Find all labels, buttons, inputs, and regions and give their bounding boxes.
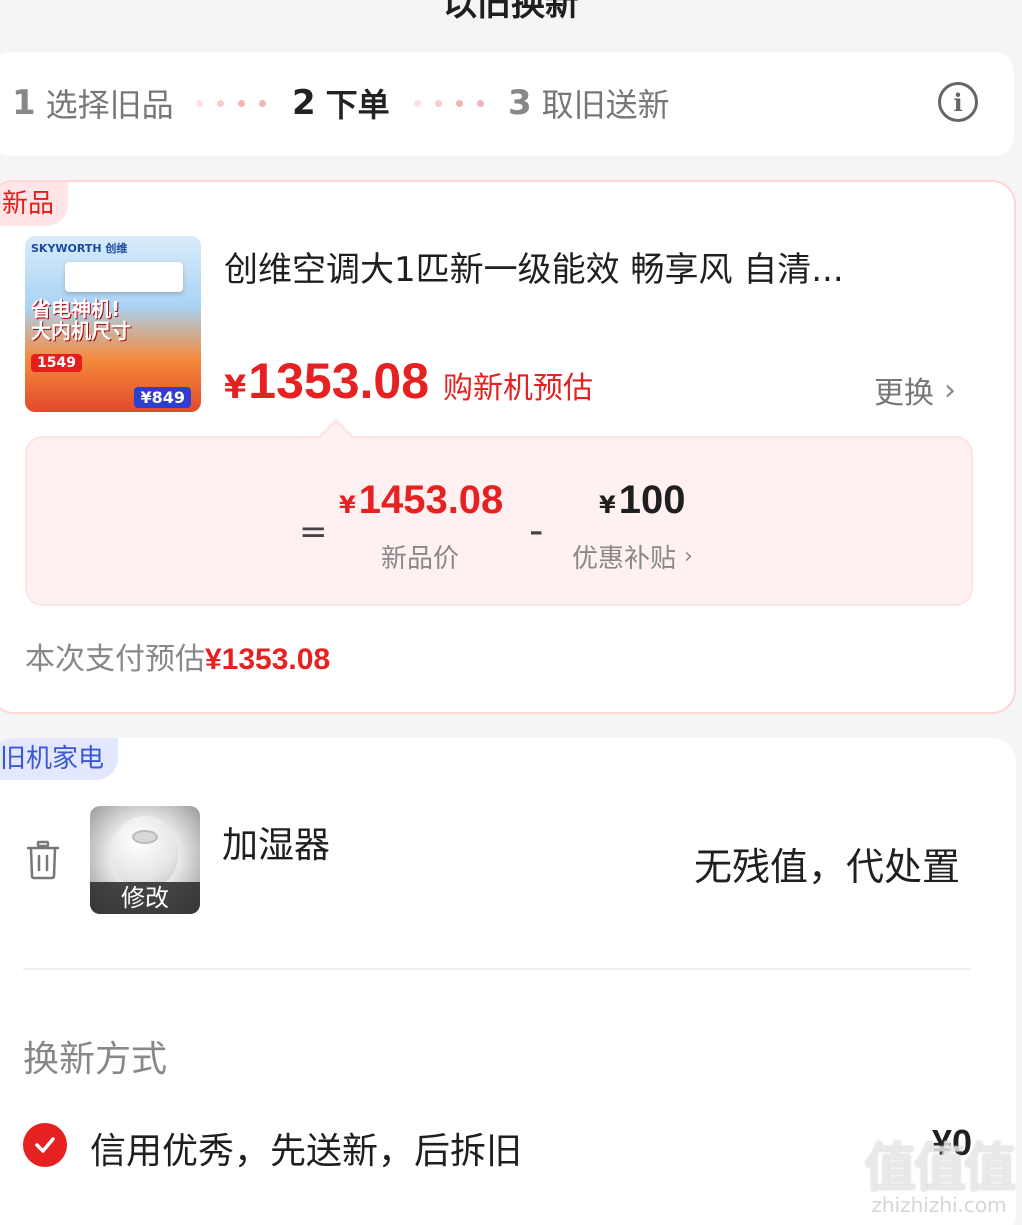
- new-product-tag: 新品: [0, 182, 69, 226]
- trash-icon[interactable]: [26, 840, 60, 880]
- chevron-right-icon: ›: [684, 544, 693, 569]
- exchange-method-title: 换新方式: [23, 1039, 168, 1080]
- payment-estimate-amount: ¥1353.08: [205, 643, 331, 676]
- step-order: 2 下单: [292, 80, 390, 126]
- new-price-label: 新品价: [381, 544, 460, 574]
- price-value: 1353.08: [248, 353, 430, 409]
- image-price-badge: ¥849: [134, 387, 191, 408]
- subsidy-value: ¥ 100: [599, 478, 686, 522]
- old-appliance-image[interactable]: 修改: [90, 806, 200, 914]
- payment-estimate: 本次支付预估¥1353.08: [25, 634, 330, 678]
- payment-estimate-label: 本次支付预估: [25, 642, 205, 677]
- change-product-button[interactable]: 更换 ›: [874, 368, 956, 412]
- step-number: 3: [508, 83, 540, 123]
- image-price-badge: 1549: [31, 354, 82, 372]
- humidifier-graphic: [112, 816, 178, 888]
- step-label: 下单: [325, 86, 390, 124]
- equals-sign: =: [299, 512, 328, 552]
- step-number: 2: [292, 83, 324, 123]
- step-label: 选择旧品: [45, 86, 174, 124]
- watermark-text: zhizhizhi.com: [871, 1193, 1007, 1217]
- minus-sign: -: [529, 508, 544, 554]
- image-slogan: 省电神机! 大内机尺寸: [31, 297, 131, 343]
- steps-progress: 1 选择旧品 2 下单 3 取旧送新 i: [0, 52, 1014, 156]
- old-appliance-name: 加湿器: [222, 825, 331, 866]
- price-calculation-box: = ¥ 1453.08 新品价 - ¥ 100 优惠补贴 ›: [25, 436, 973, 606]
- old-appliance-value: 无残值，代处置: [693, 845, 960, 889]
- currency-symbol: ¥: [339, 491, 356, 519]
- edit-old-appliance-button[interactable]: 修改: [90, 882, 200, 914]
- check-icon[interactable]: [23, 1123, 67, 1167]
- estimated-price: ¥ 1353.08 购新机预估: [224, 352, 593, 410]
- image-brand-text: SKYWORTH 创维: [31, 242, 128, 255]
- chevron-right-icon: ›: [944, 372, 956, 408]
- page-title: 以旧换新: [443, 0, 579, 24]
- watermark: 值值值 zhizhizhi.com: [863, 1126, 1016, 1217]
- subsidy-details-link[interactable]: 优惠补贴 ›: [572, 538, 693, 575]
- info-icon[interactable]: i: [938, 82, 978, 122]
- step-dots: [414, 100, 484, 107]
- exchange-method-option[interactable]: 信用优秀，先送新，后拆旧: [90, 1122, 522, 1174]
- price-note: 购新机预估: [443, 371, 594, 406]
- change-label: 更换: [874, 376, 934, 411]
- step-dots: [196, 100, 266, 107]
- step-select-old: 1 选择旧品: [12, 80, 174, 126]
- watermark-logo: 值值值: [863, 1139, 1016, 1199]
- new-price-value: ¥ 1453.08: [339, 478, 504, 522]
- currency-symbol: ¥: [224, 368, 247, 406]
- air-conditioner-graphic: [65, 262, 183, 292]
- step-pickup: 3 取旧送新: [508, 80, 670, 126]
- step-number: 1: [12, 83, 44, 123]
- new-product-card: 新品 SKYWORTH 创维 省电神机! 大内机尺寸 1549 ¥849 创维空…: [0, 180, 1016, 714]
- old-appliance-tag: 旧机家电: [0, 738, 119, 780]
- product-title[interactable]: 创维空调大1匹新一级能效 畅享风 自清...: [224, 242, 944, 291]
- currency-symbol: ¥: [599, 491, 616, 519]
- product-image[interactable]: SKYWORTH 创维 省电神机! 大内机尺寸 1549 ¥849: [25, 236, 201, 412]
- step-label: 取旧送新: [541, 86, 670, 124]
- divider: [23, 968, 971, 970]
